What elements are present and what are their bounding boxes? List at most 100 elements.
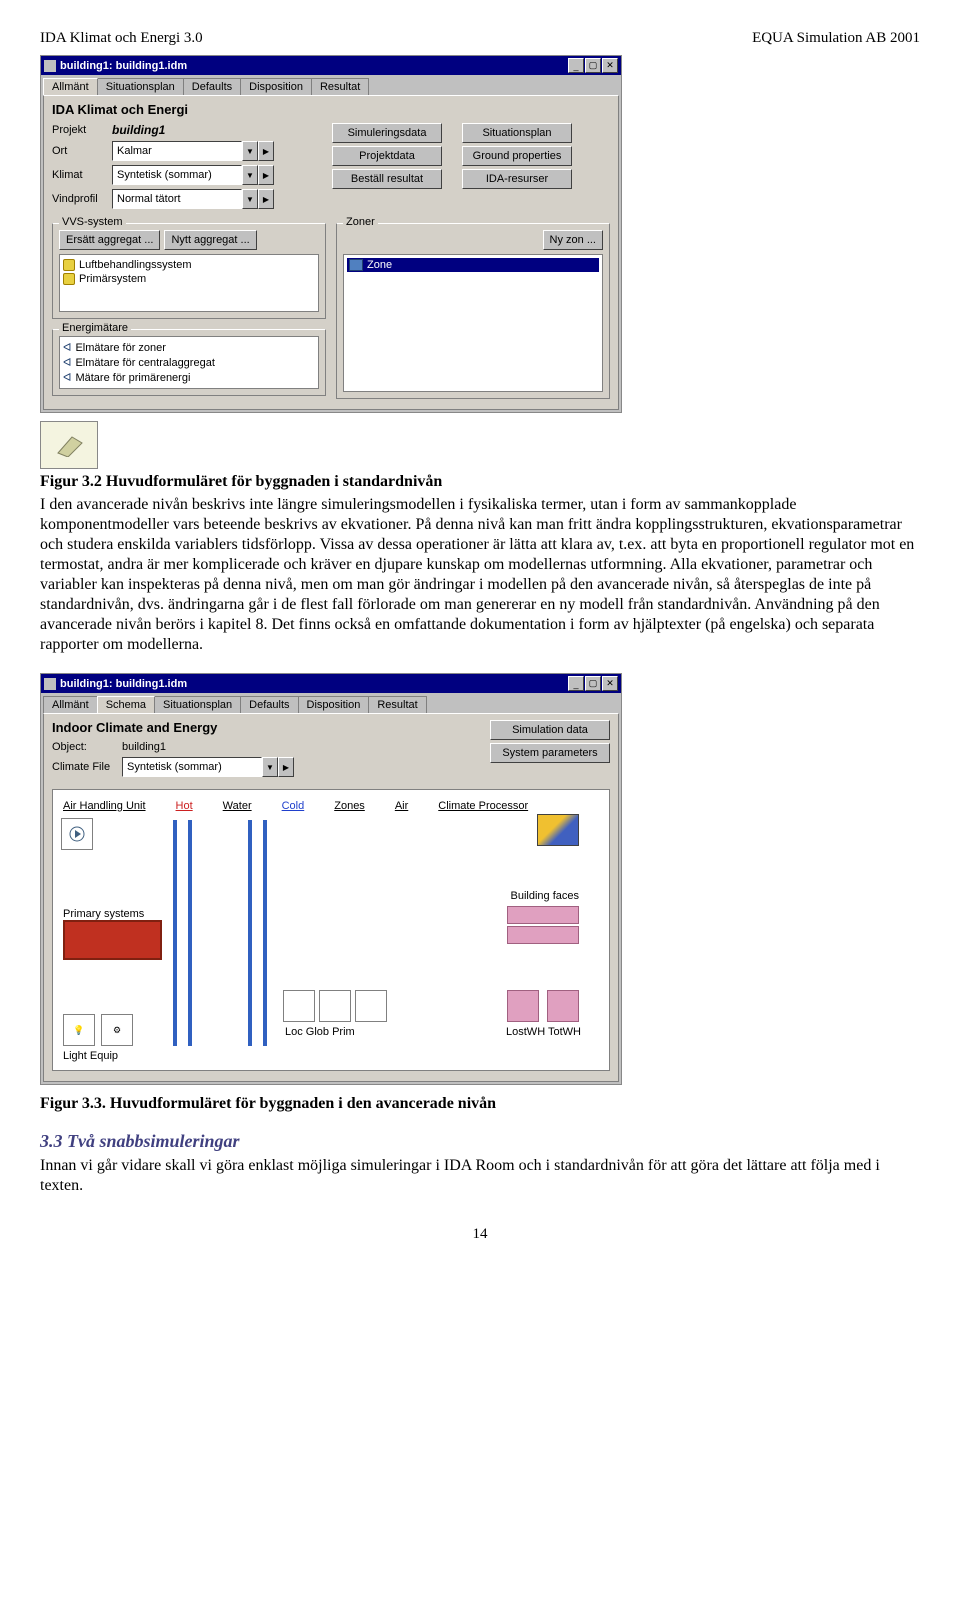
link-zones[interactable]: Zones xyxy=(334,800,365,812)
ort-field[interactable]: Kalmar xyxy=(112,141,242,161)
label-object: Object: xyxy=(52,741,122,753)
label-ort: Ort xyxy=(52,145,112,157)
meter-icon: ᐊ xyxy=(63,341,71,354)
label-loc-glob-prim: Loc Glob Prim xyxy=(285,1026,355,1038)
app-icon xyxy=(44,678,56,690)
climate-processor-icon[interactable] xyxy=(537,814,579,846)
body-paragraph-1: I den avancerade nivån beskrivs inte län… xyxy=(40,495,920,655)
tab-situationsplan[interactable]: Situationsplan xyxy=(154,696,241,713)
climfile-more-icon[interactable]: ▶ xyxy=(278,757,294,777)
ground-properties-button[interactable]: Ground properties xyxy=(462,146,572,166)
groupbox-energimatare: Energimätare ᐊElmätare för zoner ᐊElmäta… xyxy=(52,329,326,396)
groupbox-vvs-title: VVS-system xyxy=(59,216,126,228)
groupbox-vvs: VVS-system Ersätt aggregat ... Nytt aggr… xyxy=(52,223,326,319)
titlebar-2: building1: building1.idm _ ▢ ✕ xyxy=(41,674,621,693)
header-right: EQUA Simulation AB 2001 xyxy=(752,30,920,47)
climate-file-field[interactable]: Syntetisk (sommar) xyxy=(122,757,262,777)
primary-systems-block-icon[interactable] xyxy=(63,920,162,960)
list-item[interactable]: ᐊMätare för primärenergi xyxy=(63,370,315,385)
ort-dropdown-icon[interactable]: ▼ xyxy=(242,141,258,161)
tab-disposition[interactable]: Disposition xyxy=(240,78,312,95)
tab-situationsplan[interactable]: Situationsplan xyxy=(97,78,184,95)
page-number: 14 xyxy=(40,1226,920,1243)
tab-defaults[interactable]: Defaults xyxy=(240,696,298,713)
label-vindprofil: Vindprofil xyxy=(52,193,112,205)
groupbox-zoner: Zoner Ny zon ... Zone xyxy=(336,223,610,399)
tab-resultat[interactable]: Resultat xyxy=(368,696,426,713)
section-heading: 3.3 Två snabbsimuleringar xyxy=(40,1131,920,1152)
thumbnail-3d-icon xyxy=(40,421,98,469)
pipe-icon xyxy=(188,820,192,1046)
situationsplan-button[interactable]: Situationsplan xyxy=(462,123,572,143)
nytt-aggregat-button[interactable]: Nytt aggregat ... xyxy=(164,230,256,250)
maximize-button[interactable]: ▢ xyxy=(585,58,601,73)
building-face-icon[interactable] xyxy=(507,926,579,944)
klimat-field[interactable]: Syntetisk (sommar) xyxy=(112,165,242,185)
panel-title-2: Indoor Climate and Energy xyxy=(52,720,294,735)
klimat-dropdown-icon[interactable]: ▼ xyxy=(242,165,258,185)
bestall-resultat-button[interactable]: Beställ resultat xyxy=(332,169,442,189)
minimize-button[interactable]: _ xyxy=(568,676,584,691)
close-button[interactable]: ✕ xyxy=(602,58,618,73)
link-water[interactable]: Water xyxy=(223,800,252,812)
tab-allmant[interactable]: Allmänt xyxy=(43,696,98,713)
prim-block-icon[interactable] xyxy=(355,990,387,1022)
label-projekt: Projekt xyxy=(52,124,112,136)
close-button[interactable]: ✕ xyxy=(602,676,618,691)
climfile-dropdown-icon[interactable]: ▼ xyxy=(262,757,278,777)
label-building-faces: Building faces xyxy=(511,890,580,902)
link-cold[interactable]: Cold xyxy=(282,800,305,812)
ahu-block-icon[interactable] xyxy=(61,818,93,850)
vindprofil-field[interactable]: Normal tätort xyxy=(112,189,242,209)
pipe-icon xyxy=(173,820,177,1046)
link-ahu[interactable]: Air Handling Unit xyxy=(63,800,146,812)
light-block-icon[interactable]: 💡 xyxy=(63,1014,95,1046)
tab-resultat[interactable]: Resultat xyxy=(311,78,369,95)
tab-bar-2: Allmänt Schema Situationsplan Defaults D… xyxy=(41,693,621,713)
meter-icon: ᐊ xyxy=(63,371,71,384)
building-face-icon[interactable] xyxy=(507,906,579,924)
tab-disposition[interactable]: Disposition xyxy=(298,696,370,713)
vindprofil-dropdown-icon[interactable]: ▼ xyxy=(242,189,258,209)
ida-resurser-button[interactable]: IDA-resurser xyxy=(462,169,572,189)
figure-caption-2: Figur 3.3. Huvudformuläret för byggnaden… xyxy=(40,1095,920,1113)
minimize-button[interactable]: _ xyxy=(568,58,584,73)
totwh-block-icon[interactable] xyxy=(547,990,579,1022)
zone-item[interactable]: Zone xyxy=(347,258,599,272)
loc-block-icon[interactable] xyxy=(283,990,315,1022)
tab-schema[interactable]: Schema xyxy=(97,696,155,713)
tab-defaults[interactable]: Defaults xyxy=(183,78,241,95)
projektdata-button[interactable]: Projektdata xyxy=(332,146,442,166)
list-item[interactable]: Luftbehandlingssystem xyxy=(63,258,315,272)
link-hot[interactable]: Hot xyxy=(176,800,193,812)
bullet-icon xyxy=(63,259,75,271)
simulation-data-button[interactable]: Simulation data xyxy=(490,720,610,740)
maximize-button[interactable]: ▢ xyxy=(585,676,601,691)
vindprofil-more-icon[interactable]: ▶ xyxy=(258,189,274,209)
object-value: building1 xyxy=(122,741,166,753)
bullet-icon xyxy=(63,273,75,285)
link-air[interactable]: Air xyxy=(395,800,408,812)
body-paragraph-2: Innan vi går vidare skall vi göra enklas… xyxy=(40,1156,920,1196)
ersatt-aggregat-button[interactable]: Ersätt aggregat ... xyxy=(59,230,160,250)
simuleringsdata-button[interactable]: Simuleringsdata xyxy=(332,123,442,143)
main-panel-2: Indoor Climate and Energy Object: buildi… xyxy=(43,713,619,1082)
link-climate-processor[interactable]: Climate Processor xyxy=(438,800,528,812)
glob-block-icon[interactable] xyxy=(319,990,351,1022)
tab-allmant[interactable]: Allmänt xyxy=(43,78,98,95)
system-parameters-button[interactable]: System parameters xyxy=(490,743,610,763)
figure-caption-1: Figur 3.2 Huvudformuläret för byggnaden … xyxy=(40,473,920,491)
window-standard: building1: building1.idm _ ▢ ✕ Allmänt S… xyxy=(40,55,622,413)
schema-diagram: Air Handling Unit Hot Water Cold Zones A… xyxy=(52,789,610,1071)
ort-more-icon[interactable]: ▶ xyxy=(258,141,274,161)
klimat-more-icon[interactable]: ▶ xyxy=(258,165,274,185)
equip-block-icon[interactable]: ⚙ xyxy=(101,1014,133,1046)
list-item[interactable]: ᐊElmätare för zoner xyxy=(63,340,315,355)
zone-icon xyxy=(349,259,363,271)
ny-zon-button[interactable]: Ny zon ... xyxy=(543,230,603,250)
header-left: IDA Klimat och Energi 3.0 xyxy=(40,30,203,47)
list-item[interactable]: ᐊElmätare för centralaggregat xyxy=(63,355,315,370)
lostwh-block-icon[interactable] xyxy=(507,990,539,1022)
list-item[interactable]: Primärsystem xyxy=(63,272,315,286)
groupbox-zoner-title: Zoner xyxy=(343,216,378,228)
